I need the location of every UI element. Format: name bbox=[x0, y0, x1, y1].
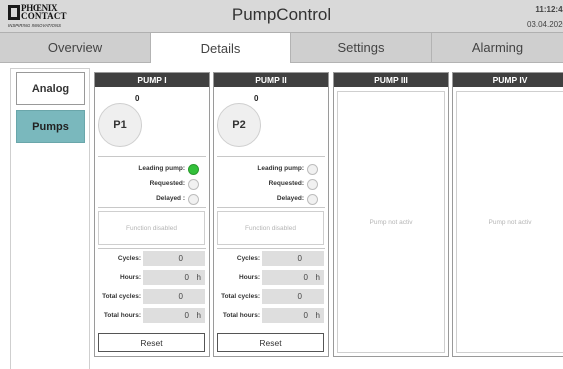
total-hours-unit: h bbox=[315, 311, 320, 320]
hours-unit: h bbox=[315, 273, 320, 282]
cycles-field: 0 bbox=[262, 251, 324, 266]
hours-row: Hours: 0h bbox=[214, 270, 328, 285]
requested-label: Requested: bbox=[149, 180, 185, 187]
total-hours-value: 0 bbox=[184, 311, 189, 320]
tab-details[interactable]: Details bbox=[151, 33, 291, 63]
cycles-label: Cycles: bbox=[117, 255, 141, 262]
divider bbox=[217, 248, 325, 249]
leading-pump-indicator-icon bbox=[188, 164, 199, 175]
total-cycles-label: Total cycles: bbox=[102, 293, 141, 300]
pump-title: PUMP III bbox=[334, 73, 448, 87]
total-hours-row: Total hours: 0h bbox=[95, 308, 209, 323]
pump-symbol: P2 bbox=[217, 103, 261, 147]
leading-pump-row: Leading pump: bbox=[95, 164, 199, 176]
delayed-row: Delayed : bbox=[95, 194, 199, 206]
divider bbox=[98, 248, 206, 249]
hours-value: 0 bbox=[303, 273, 308, 282]
delayed-label: Delayed: bbox=[276, 195, 304, 202]
total-hours-row: Total hours: 0h bbox=[214, 308, 328, 323]
delayed-row: Delayed: bbox=[214, 194, 318, 206]
hours-value: 0 bbox=[184, 273, 189, 282]
pump-value: 0 bbox=[135, 94, 140, 103]
leading-pump-row: Leading pump: bbox=[214, 164, 318, 176]
pump-inactive-message: Pump not activ bbox=[456, 91, 563, 353]
pump-symbol: P1 bbox=[98, 103, 142, 147]
clock-date: 03.04.2020 bbox=[526, 20, 563, 29]
pump-panel-4: PUMP IV Pump not activ bbox=[452, 72, 563, 357]
divider bbox=[98, 156, 206, 157]
total-hours-field: 0h bbox=[262, 308, 324, 323]
total-hours-value: 0 bbox=[303, 311, 308, 320]
total-hours-field: 0h bbox=[143, 308, 205, 323]
reset-button[interactable]: Reset bbox=[217, 333, 324, 352]
delayed-indicator-icon bbox=[188, 194, 199, 205]
requested-indicator-icon bbox=[188, 179, 199, 190]
tab-alarming[interactable]: Alarming bbox=[432, 33, 563, 63]
total-cycles-field: 0 bbox=[262, 289, 324, 304]
leading-pump-label: Leading pump: bbox=[257, 165, 304, 172]
cycles-label: Cycles: bbox=[236, 255, 260, 262]
pump-value: 0 bbox=[254, 94, 259, 103]
divider bbox=[217, 207, 325, 208]
nav-analog-button[interactable]: Analog bbox=[16, 72, 85, 105]
pump-title: PUMP II bbox=[214, 73, 328, 87]
app-title: PumpControl bbox=[231, 5, 332, 24]
hours-row: Hours: 0h bbox=[95, 270, 209, 285]
nav-pumps-button[interactable]: Pumps bbox=[16, 110, 85, 143]
total-hours-unit: h bbox=[196, 311, 201, 320]
function-disabled-box: Function disabled bbox=[98, 211, 205, 245]
hours-field: 0h bbox=[262, 270, 324, 285]
delayed-label: Delayed : bbox=[156, 195, 185, 202]
pump-title: PUMP IV bbox=[453, 73, 563, 87]
requested-row: Requested: bbox=[95, 179, 199, 191]
pump-panel-1: PUMP I 0 P1 Leading pump: Requested: Del… bbox=[94, 72, 210, 357]
cycles-value: 0 bbox=[178, 254, 183, 263]
leading-pump-label: Leading pump: bbox=[138, 165, 185, 172]
total-cycles-row: Total cycles: 0 bbox=[95, 289, 209, 304]
total-cycles-value: 0 bbox=[178, 292, 183, 301]
hours-field: 0h bbox=[143, 270, 205, 285]
pump-title: PUMP I bbox=[95, 73, 209, 87]
cycles-field: 0 bbox=[143, 251, 205, 266]
hours-label: Hours: bbox=[239, 274, 260, 281]
total-cycles-value: 0 bbox=[297, 292, 302, 301]
divider bbox=[217, 156, 325, 157]
requested-indicator-icon bbox=[307, 179, 318, 190]
tab-settings[interactable]: Settings bbox=[291, 33, 432, 63]
function-disabled-box: Function disabled bbox=[217, 211, 324, 245]
total-cycles-row: Total cycles: 0 bbox=[214, 289, 328, 304]
app-header: PHŒNIX CONTACT INSPIRING INNOVATIONS Pum… bbox=[0, 0, 563, 33]
divider bbox=[98, 207, 206, 208]
hours-label: Hours: bbox=[120, 274, 141, 281]
requested-label: Requested: bbox=[268, 180, 304, 187]
cycles-row: Cycles: 0 bbox=[95, 251, 209, 266]
requested-row: Requested: bbox=[214, 179, 318, 191]
tab-overview[interactable]: Overview bbox=[0, 33, 151, 63]
pump-inactive-message: Pump not activ bbox=[337, 91, 445, 353]
delayed-indicator-icon bbox=[307, 194, 318, 205]
pumpcontrol-screen: PHŒNIX CONTACT INSPIRING INNOVATIONS Pum… bbox=[0, 0, 563, 369]
pump-panel-2: PUMP II 0 P2 Leading pump: Requested: De… bbox=[213, 72, 329, 357]
leading-pump-indicator-icon bbox=[307, 164, 318, 175]
cycles-value: 0 bbox=[297, 254, 302, 263]
cycles-row: Cycles: 0 bbox=[214, 251, 328, 266]
total-cycles-label: Total cycles: bbox=[221, 293, 260, 300]
clock-time: 11:12:42 bbox=[535, 5, 563, 14]
left-nav: Analog Pumps bbox=[10, 68, 90, 369]
total-hours-label: Total hours: bbox=[222, 312, 260, 319]
main-tabs: Overview Details Settings Alarming bbox=[0, 33, 563, 63]
hours-unit: h bbox=[196, 273, 201, 282]
total-cycles-field: 0 bbox=[143, 289, 205, 304]
pump-panel-3: PUMP III Pump not activ bbox=[333, 72, 449, 357]
total-hours-label: Total hours: bbox=[103, 312, 141, 319]
reset-button[interactable]: Reset bbox=[98, 333, 205, 352]
